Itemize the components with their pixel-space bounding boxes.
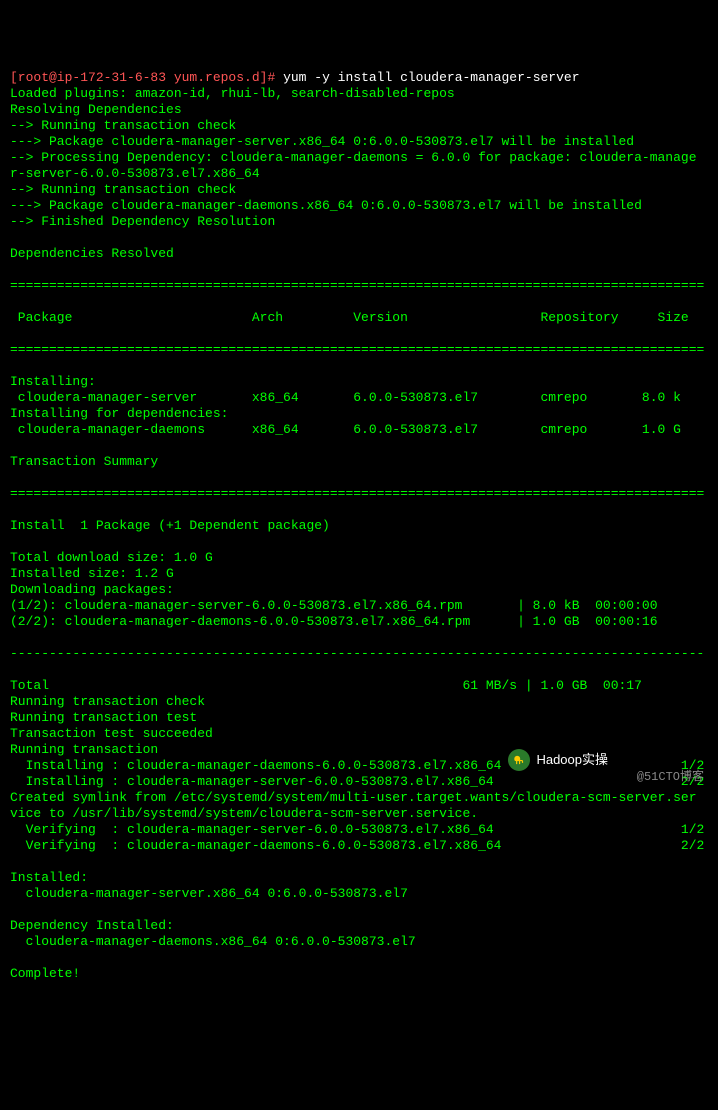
elephant-icon: [508, 749, 530, 771]
badge-label: Hadoop实操: [536, 752, 608, 768]
dash-sep: ----------------------------------------…: [10, 646, 708, 662]
prompt-command: yum -y install cloudera-manager-server: [283, 70, 579, 85]
channel-badge: Hadoop实操: [508, 749, 608, 771]
post-block: Total 61 MB/s | 1.0 GB 00:17 Running tra…: [10, 678, 708, 982]
table-sep-bot: ========================================…: [10, 486, 708, 502]
yum-preamble: Loaded plugins: amazon-id, rhui-lb, sear…: [10, 86, 708, 262]
summary-block: Install 1 Package (+1 Dependent package)…: [10, 518, 708, 630]
table-sep-mid: ========================================…: [10, 342, 708, 358]
table-rows: Installing: cloudera-manager-server x86_…: [10, 374, 708, 470]
prompt-user-host: [root@ip-172-31-6-83 yum.repos.d]#: [10, 70, 275, 85]
shell-prompt: [root@ip-172-31-6-83 yum.repos.d]# yum -…: [10, 70, 580, 85]
watermark-text: @51CTO博客: [637, 769, 704, 785]
table-header: Package Arch Version Repository Size: [10, 310, 708, 326]
table-sep-top: ========================================…: [10, 278, 708, 294]
